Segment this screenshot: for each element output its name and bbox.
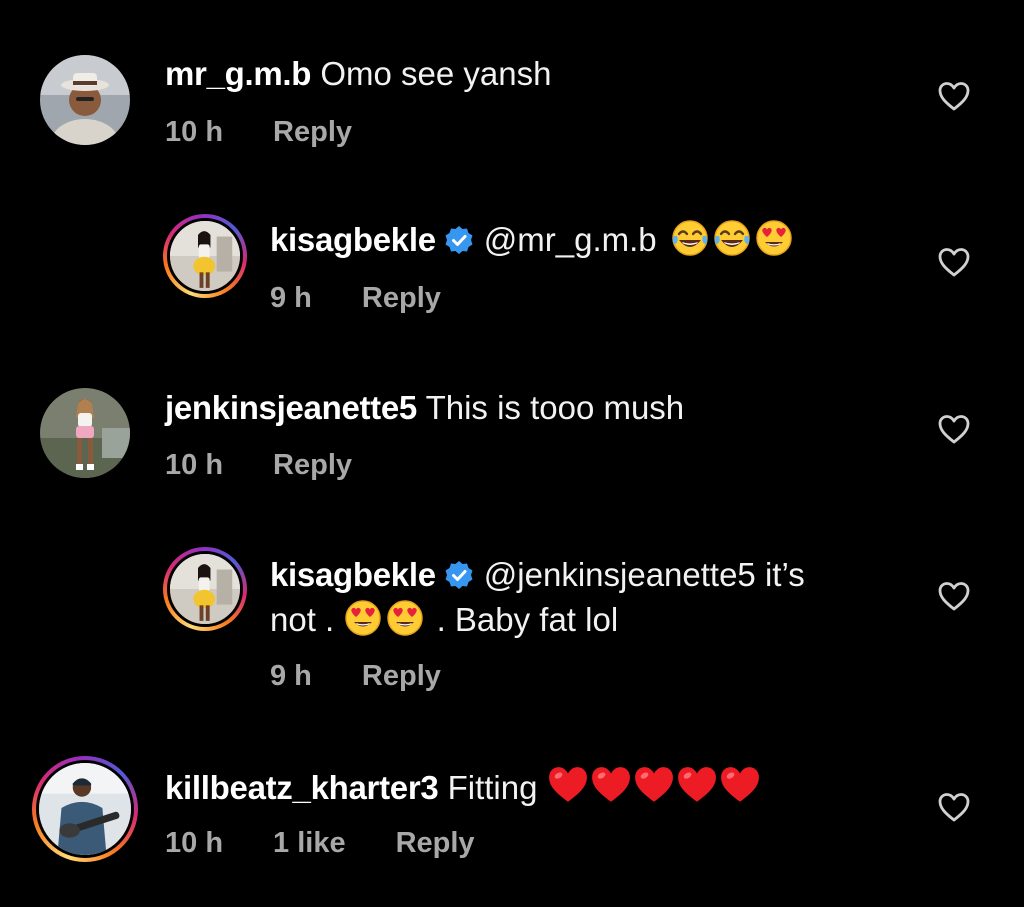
avatar-image (40, 388, 130, 478)
verified-badge-icon (444, 560, 474, 590)
comment-meta: 9 h Reply (270, 658, 491, 694)
comment-text: Fitting (447, 769, 538, 806)
smiling-face-with-heart-eyes-icon (343, 598, 383, 638)
comment-body-line-1: kisagbekle @jenkinsjeanette5 it’s (270, 553, 805, 597)
comment-username[interactable]: mr_g.m.b (165, 55, 311, 92)
comment-time: 9 h (270, 660, 312, 692)
avatar-image (39, 763, 131, 855)
comment-meta: 10 h 1 like Reply (165, 825, 525, 861)
avatar[interactable] (40, 388, 130, 478)
red-heart-icon (633, 764, 675, 806)
like-heart-icon[interactable] (937, 246, 971, 278)
comment-text: it’s (764, 556, 805, 593)
comment-body: kisagbekle @mr_g.m.b (270, 218, 796, 262)
comment-text: . Baby fat lol (436, 601, 619, 638)
avatar-image (170, 554, 240, 624)
smiling-face-with-heart-eyes-icon (385, 598, 425, 638)
reply-button[interactable]: Reply (362, 660, 441, 692)
verified-badge-icon (444, 225, 474, 255)
comment-body-line-2: not . . Baby fat lol (270, 598, 618, 642)
comment-username[interactable]: killbeatz_kharter3 (165, 769, 439, 806)
comment-username[interactable]: kisagbekle (270, 556, 436, 593)
comment-body: killbeatz_kharter3 Fitting (165, 764, 762, 810)
red-heart-icon (590, 764, 632, 806)
like-heart-icon[interactable] (937, 580, 971, 612)
comment-text: This is tooo mush (425, 389, 685, 426)
comment-body: jenkinsjeanette5 This is tooo mush (165, 386, 684, 430)
red-heart-icon (676, 764, 718, 806)
avatar[interactable] (32, 756, 138, 862)
comment-time: 10 h (165, 449, 224, 481)
avatar[interactable] (163, 547, 247, 631)
face-with-tears-of-joy-icon (670, 218, 710, 258)
avatar[interactable] (40, 55, 130, 145)
avatar-image (170, 221, 240, 291)
reply-button[interactable]: Reply (273, 449, 352, 481)
like-count[interactable]: 1 like (273, 827, 346, 859)
comment-meta: 10 h Reply (165, 447, 402, 483)
comment-meta: 10 h Reply (165, 114, 402, 150)
comment-username[interactable]: kisagbekle (270, 221, 436, 258)
comment-text: Omo see yansh (320, 55, 552, 92)
like-heart-icon[interactable] (937, 80, 971, 112)
comment-mention[interactable]: @jenkinsjeanette5 (484, 556, 756, 593)
like-heart-icon[interactable] (937, 791, 971, 823)
avatar-image (40, 55, 130, 145)
comment-mention[interactable]: @mr_g.m.b (484, 221, 657, 258)
reply-button[interactable]: Reply (273, 116, 352, 148)
comment-body: mr_g.m.b Omo see yansh (165, 52, 551, 96)
reply-button[interactable]: Reply (362, 282, 441, 314)
avatar[interactable] (163, 214, 247, 298)
smiling-face-with-heart-eyes-icon (754, 218, 794, 258)
face-with-tears-of-joy-icon (712, 218, 752, 258)
comment-time: 10 h (165, 827, 224, 859)
red-heart-icon (719, 764, 761, 806)
comment-text: not . (270, 601, 335, 638)
reply-button[interactable]: Reply (396, 827, 475, 859)
comment-username[interactable]: jenkinsjeanette5 (165, 389, 417, 426)
red-heart-icon (547, 764, 589, 806)
comment-meta: 9 h Reply (270, 280, 491, 316)
comment-time: 10 h (165, 116, 224, 148)
comment-time: 9 h (270, 282, 312, 314)
like-heart-icon[interactable] (937, 413, 971, 445)
